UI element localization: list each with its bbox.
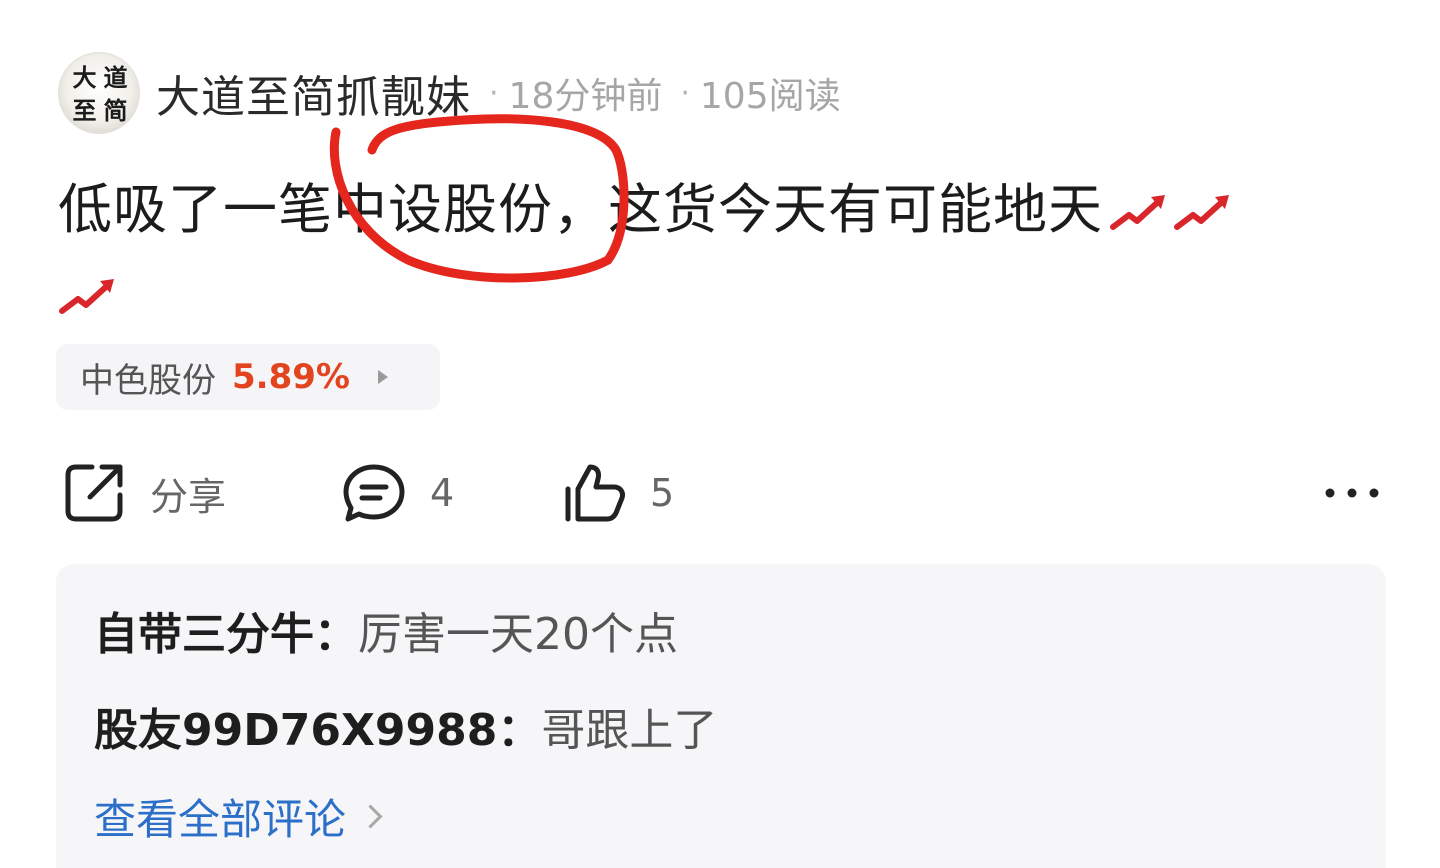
view-all-comments-link[interactable]: 查看全部评论: [94, 786, 383, 847]
comment-count: 4: [430, 471, 455, 515]
chart-increasing-icon: [1110, 195, 1165, 231]
chart-increasing-icon: [59, 279, 114, 315]
avatar-char: 至: [72, 95, 97, 125]
comment-preview: 自带三分牛：厉害一天20个点 股友99D76X9988：哥跟上了 查看全部评论: [56, 564, 1386, 868]
post-card: 大 道 至 简 大道至简抓靓妹 · 18分钟前 · 105阅读 低吸了一笔中设股…: [0, 0, 1440, 868]
share-button[interactable]: 分享: [62, 458, 226, 528]
comment-text: 哥跟上了: [541, 705, 718, 756]
stock-name: 中色股份: [80, 360, 216, 401]
avatar-char: 道: [103, 62, 128, 92]
read-count: 105阅读: [699, 76, 841, 117]
like-count: 5: [650, 471, 675, 515]
stock-tag[interactable]: 中色股份 5.89%: [56, 344, 440, 410]
comment-button[interactable]: 4: [342, 458, 454, 528]
thumbs-up-icon: [565, 464, 625, 522]
avatar-char: 简: [103, 95, 128, 125]
avatar-calligraphy: 大 道 至 简: [69, 61, 131, 127]
chart-increasing-icon: [1174, 195, 1229, 231]
comment-item[interactable]: 股友99D76X9988：哥跟上了: [94, 694, 717, 758]
post-header: 大 道 至 简 大道至简抓靓妹 · 18分钟前 · 105阅读: [58, 50, 841, 136]
comment-author[interactable]: 自带三分牛：: [94, 609, 358, 660]
play-arrow-icon: [377, 370, 388, 384]
comment-author[interactable]: 股友99D76X9988：: [94, 705, 541, 756]
post-text: 低吸了一笔中设股份，这货今天有可能地天: [58, 178, 1103, 241]
post-time: 18分钟前: [508, 76, 663, 117]
avatar-char: 大: [72, 62, 97, 92]
action-bar: 分享 4 5: [62, 458, 1382, 528]
chevron-right-icon: [358, 804, 383, 829]
share-icon: [65, 464, 123, 522]
more-icon: [1325, 488, 1379, 498]
username[interactable]: 大道至简抓靓妹: [156, 61, 471, 125]
more-button[interactable]: [1322, 458, 1382, 528]
separator-dot: ·: [489, 75, 499, 111]
share-label: 分享: [150, 474, 227, 519]
like-button[interactable]: 5: [562, 458, 674, 528]
comment-item[interactable]: 自带三分牛：厉害一天20个点: [94, 598, 678, 662]
post-text-line: [58, 252, 1358, 336]
stock-change: 5.89%: [232, 357, 350, 397]
comment-text: 厉害一天20个点: [358, 609, 678, 660]
comment-icon: [343, 464, 405, 522]
view-all-label: 查看全部评论: [94, 795, 347, 844]
post-text-line: 低吸了一笔中设股份，这货今天有可能地天: [58, 168, 1358, 252]
post-content[interactable]: 低吸了一笔中设股份，这货今天有可能地天: [58, 168, 1358, 336]
avatar[interactable]: 大 道 至 简: [58, 52, 140, 134]
separator-dot: ·: [680, 75, 690, 111]
